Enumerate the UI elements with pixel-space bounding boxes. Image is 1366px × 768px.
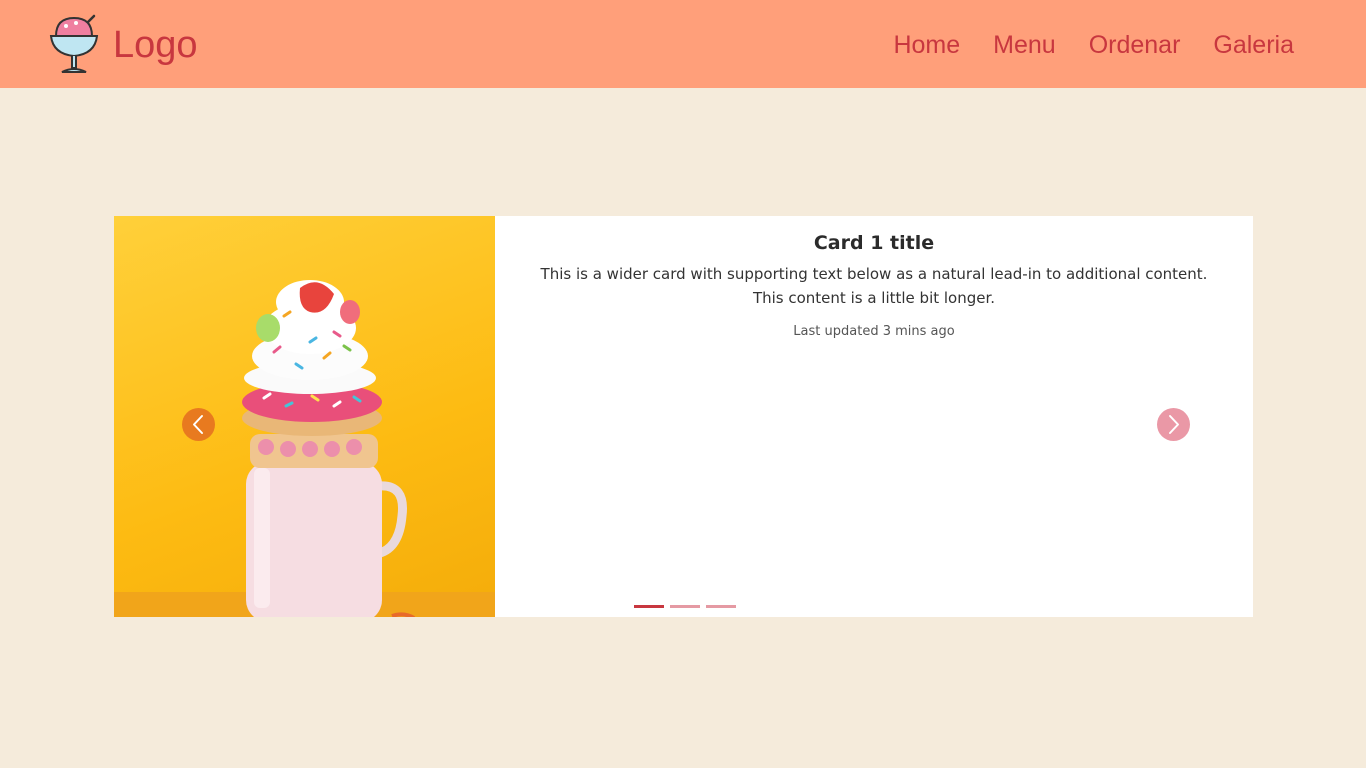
card-carousel: Card 1 title This is a wider card with s… [114,216,1253,617]
nav-ordenar-link[interactable]: Ordenar [1089,27,1181,63]
card-last-updated: Last updated 3 mins ago [793,324,955,339]
card-title: Card 1 title [813,232,935,254]
carousel-indicator-3[interactable] [706,605,736,608]
nav-menu-link[interactable]: Menu [993,27,1056,63]
chevron-left-icon [193,415,203,434]
logo-text[interactable]: Logo [113,21,198,69]
carousel-indicators [634,605,736,608]
carousel-indicator-1[interactable] [634,605,664,608]
card-body: Card 1 title This is a wider card with s… [495,216,1253,617]
card-text: This is a wider card with supporting tex… [540,265,1208,307]
milkshake-illustration [114,280,495,617]
main-nav: Home Menu Ordenar Galeria [893,27,1294,63]
ice-cream-sundae-icon[interactable] [48,12,100,76]
carousel-prev-button[interactable] [182,408,215,441]
nav-home-link[interactable]: Home [893,27,960,63]
navbar: Logo Home Menu Ordenar Galeria [0,0,1366,88]
milkshake-image [114,216,495,617]
carousel-next-button[interactable] [1157,408,1190,441]
carousel-indicator-2[interactable] [670,605,700,608]
nav-galeria-link[interactable]: Galeria [1213,27,1294,63]
chevron-right-icon [1169,415,1179,434]
